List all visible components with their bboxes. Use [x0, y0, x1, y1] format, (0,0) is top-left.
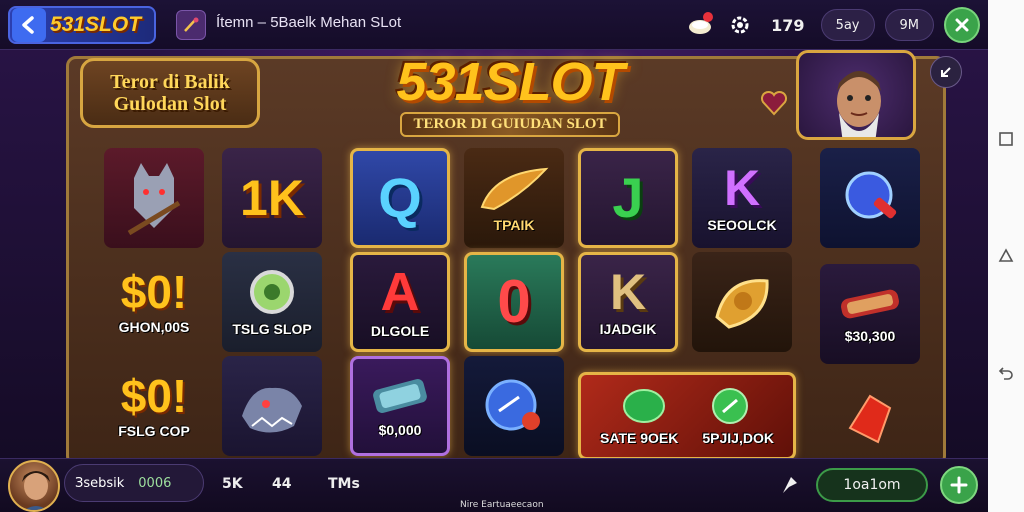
- side-title-line1: Teror di Balik: [110, 71, 230, 93]
- reel-cell: TSLG SLOP: [222, 252, 322, 352]
- logo-subtitle: TEROR DI GUIUDAN SLOT: [399, 112, 621, 137]
- boost-icon[interactable]: [776, 470, 804, 498]
- reel-label: DLGOLE: [370, 323, 430, 339]
- game-logo: 531SLOT TEROR DI GUIUDAN SLOT: [360, 52, 660, 144]
- green-cash-icon: [623, 389, 665, 423]
- dragon-symbol-icon: [242, 387, 302, 433]
- reel-symbol: Q: [378, 166, 422, 229]
- brand-logo: 531SLOT: [50, 13, 142, 36]
- reel-cell: [104, 148, 204, 248]
- stat-1: 5K: [222, 476, 243, 492]
- reel-cell: J: [578, 148, 678, 248]
- game-thumbnail-icon[interactable]: [176, 10, 206, 40]
- game-title: Ítemn – 5Baelk Mehan SLot: [216, 14, 402, 31]
- player-info[interactable]: Зsebsik 0006: [64, 464, 204, 502]
- plus-icon: [950, 476, 968, 494]
- reel-label: SEOOLCK: [707, 217, 777, 233]
- undo-icon: [941, 67, 951, 77]
- add-button[interactable]: [940, 466, 978, 504]
- footer-caption: Nire Eartuaeecaon: [460, 500, 544, 510]
- magic-orb-icon: [845, 171, 897, 219]
- player-avatar[interactable]: [8, 460, 60, 512]
- reel-label: IJADGIK: [599, 321, 657, 337]
- reel-label: $0,000: [378, 422, 422, 438]
- reel-symbol: $0!: [120, 370, 188, 422]
- system-nav-bar: [988, 0, 1024, 512]
- reel-symbol: 0: [497, 268, 531, 335]
- reel-symbol: A: [380, 262, 420, 322]
- game-stage: 531SLOT Ítemn – 5Baelk Mehan SLot 179 5a…: [0, 0, 988, 512]
- reel-cell: [692, 252, 792, 352]
- reel-cell: $30,300: [820, 264, 920, 364]
- reel-cell: 0: [464, 252, 564, 352]
- reel-label: GHON,00S: [118, 319, 190, 335]
- back-arrow-icon: [12, 8, 46, 42]
- reel-cell: A DLGOLE: [350, 252, 450, 352]
- reel-cell: $0! FSLG COP: [104, 356, 204, 456]
- scroll-symbol-icon: [841, 289, 899, 319]
- reel-symbol: K: [723, 160, 761, 216]
- undo-button[interactable]: [930, 56, 962, 88]
- reel-cell: [222, 356, 322, 456]
- reel-label: FSLG COP: [118, 423, 190, 439]
- orb-symbol-icon: [250, 270, 294, 314]
- reel-symbol: 1K: [240, 170, 304, 226]
- side-title-line2: Gulodan Slot: [113, 93, 227, 115]
- reel-label: SATE 9OEK: [600, 430, 679, 446]
- recents-icon[interactable]: [997, 130, 1015, 148]
- reel-cell: [820, 368, 920, 468]
- reel-label: $30,300: [844, 328, 896, 344]
- reel-cell: Q: [350, 148, 450, 248]
- side-title-plaque: Teror di Balik Gulodan Slot: [80, 58, 260, 128]
- player-name: Зsebsik: [75, 475, 125, 491]
- golden-amulet-icon: [715, 279, 769, 329]
- back-brand-button[interactable]: 531SLOT: [8, 6, 156, 44]
- player-value: 0006: [138, 475, 172, 491]
- reel-cell: TPAIK: [464, 148, 564, 248]
- reel-symbol: K: [609, 264, 647, 320]
- coin-count: 179: [771, 15, 805, 35]
- heart-icon: [760, 90, 788, 120]
- settings-gear-icon[interactable]: [725, 10, 755, 40]
- reel-symbol: J: [612, 166, 644, 229]
- reel-label: TSLG SLOP: [232, 321, 312, 337]
- back-icon[interactable]: [997, 364, 1015, 382]
- close-button[interactable]: [944, 7, 980, 43]
- close-icon: [955, 18, 969, 32]
- gift-icon[interactable]: [685, 10, 715, 40]
- balance-pill[interactable]: 5ay: [820, 9, 875, 41]
- horn-symbol-icon: [480, 167, 549, 211]
- reel-cell: [820, 148, 920, 248]
- stat-2: 44: [272, 476, 292, 492]
- reel-label: 5PJIJ,DOK: [702, 430, 774, 446]
- level-pill[interactable]: 9M: [884, 9, 934, 41]
- character-portrait: [796, 50, 916, 140]
- reel-cell: K IJADGIK: [578, 252, 678, 352]
- red-gem-icon: [848, 394, 892, 444]
- action-button[interactable]: 1oa1om: [816, 468, 928, 502]
- reel-cell: $0,000: [350, 356, 450, 456]
- reel-label: TPAIK: [493, 217, 535, 233]
- bonus-cell: SATE 9OEK 5PJIJ,DOK: [578, 372, 796, 460]
- reel-grid: $0! GHON,00S $0! FSLG COP 1K TSLG SLOP Q…: [104, 148, 924, 460]
- logo-text: 531SLOT: [396, 52, 624, 112]
- wolf-symbol-icon: [127, 163, 181, 236]
- reel-symbol: $0!: [120, 266, 188, 318]
- home-icon[interactable]: [997, 247, 1015, 265]
- reel-cell: $0! GHON,00S: [104, 252, 204, 352]
- green-coin-icon: [712, 388, 748, 424]
- stat-3: TMs: [328, 476, 360, 492]
- crystal-orb-icon: [485, 379, 540, 431]
- cash-bundle-icon: [373, 379, 427, 413]
- reel-cell: [464, 356, 564, 456]
- reel-cell: K SEOOLCK: [692, 148, 792, 248]
- reel-cell: 1K: [222, 148, 322, 248]
- top-bar: 531SLOT Ítemn – 5Baelk Mehan SLot 179 5a…: [0, 0, 988, 50]
